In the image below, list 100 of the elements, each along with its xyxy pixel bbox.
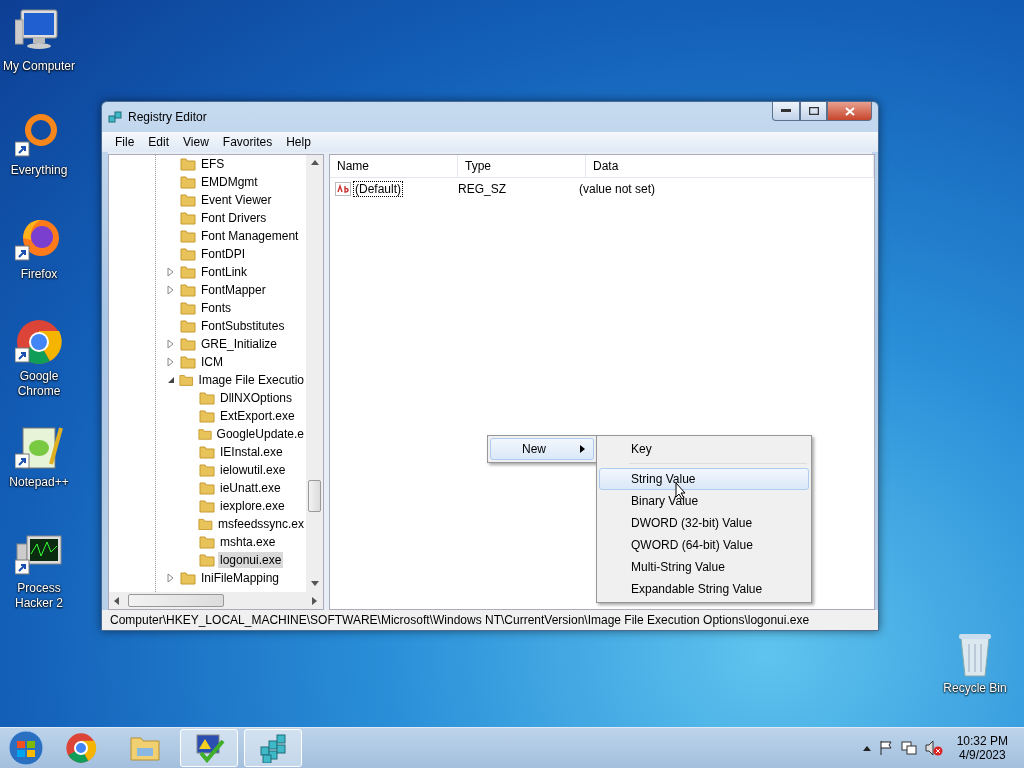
tree-item[interactable]: DllNXOptions — [218, 390, 295, 406]
tree-item[interactable]: IEInstal.exe — [218, 444, 285, 460]
string-value-icon — [335, 182, 351, 196]
scrollbar-thumb[interactable] — [128, 594, 224, 607]
desktop-icon-label[interactable]: My Computer — [3, 59, 75, 74]
tree-item[interactable]: Event Viewer — [199, 192, 274, 208]
tree-item[interactable]: ICM — [199, 354, 225, 370]
menu-item[interactable]: Edit — [141, 135, 177, 149]
horizontal-scrollbar[interactable] — [109, 592, 323, 609]
network-icon[interactable] — [900, 740, 917, 756]
folder-icon — [180, 193, 196, 207]
folder-icon — [197, 427, 212, 441]
column-header[interactable]: Data — [586, 155, 874, 177]
tree-item[interactable]: FontLink — [199, 264, 250, 280]
desktop-icon-label[interactable]: Process Hacker 2 — [0, 581, 78, 611]
notepad-icon — [15, 424, 63, 472]
expand-icon[interactable] — [167, 339, 175, 349]
muted-speaker-icon[interactable] — [924, 740, 943, 756]
tree-item[interactable]: FontMapper — [199, 282, 268, 298]
folder-icon — [180, 337, 196, 351]
menu-item[interactable]: DWORD (32-bit) Value — [599, 512, 809, 534]
chrome-icon[interactable] — [65, 732, 97, 764]
submenu-arrow-icon — [580, 445, 585, 453]
minimize-button[interactable] — [772, 102, 800, 121]
flag-icon[interactable] — [878, 740, 893, 756]
status-bar: Computer\HKEY_LOCAL_MACHINE\SOFTWARE\Microsoft\Windows NT\CurrentVersion\Image File Execution Options\logonui.exe — [102, 610, 878, 630]
menu-item[interactable]: Help — [279, 135, 318, 149]
tree-item[interactable]: logonui.exe — [218, 552, 284, 568]
window-title: Registry Editor — [128, 110, 207, 124]
tree-item[interactable]: Font Drivers — [199, 210, 269, 226]
tree-item[interactable]: mshta.exe — [218, 534, 278, 550]
tree-item[interactable]: Image File Executio — [196, 372, 306, 388]
desktop-icon-label[interactable]: Everything — [10, 163, 68, 178]
close-button[interactable] — [827, 102, 872, 121]
tree-item[interactable]: FontDPI — [199, 246, 247, 262]
folder-icon — [180, 211, 196, 225]
folder-icon — [199, 391, 215, 405]
menu-item[interactable]: QWORD (64-bit) Value — [599, 534, 809, 556]
tree-item[interactable]: EMDMgmt — [199, 174, 260, 190]
tree-item[interactable]: GRE_Initialize — [199, 336, 280, 352]
cubes-icon — [108, 109, 124, 125]
show-hidden-icons-icon[interactable] — [862, 745, 871, 751]
expand-icon[interactable] — [167, 285, 175, 295]
collapse-icon[interactable] — [167, 375, 175, 385]
clock-time[interactable]: 10:32 PM — [956, 734, 1008, 748]
scroll-down-icon[interactable] — [310, 580, 319, 588]
scroll-up-icon[interactable] — [310, 159, 319, 167]
tree-item[interactable]: ielowutil.exe — [218, 462, 288, 478]
menu-item[interactable]: Key — [599, 438, 809, 460]
close-icon — [844, 106, 855, 116]
tree-item[interactable]: EFS — [199, 156, 227, 172]
tree-item[interactable]: FontSubstitutes — [199, 318, 287, 334]
tree-item[interactable]: IniFileMapping — [199, 570, 282, 586]
column-header[interactable]: Type — [458, 155, 586, 177]
folder-icon — [198, 517, 213, 531]
desktop-icon-label[interactable]: Firefox — [20, 267, 58, 282]
tree-item[interactable]: ExtExport.exe — [218, 408, 297, 424]
menu-item[interactable]: View — [176, 135, 216, 149]
expand-icon[interactable] — [167, 573, 175, 583]
table-cell-text: (value not set) — [578, 182, 657, 196]
maximize-button[interactable] — [800, 102, 827, 121]
expand-icon[interactable] — [167, 357, 175, 367]
column-header[interactable]: Name — [330, 155, 458, 177]
menu-item[interactable]: Binary Value — [599, 490, 809, 512]
expand-icon[interactable] — [167, 267, 175, 277]
menu-item[interactable]: String Value — [599, 468, 809, 490]
menu-item[interactable]: Expandable String Value — [599, 578, 809, 600]
tree-item[interactable]: iexplore.exe — [218, 498, 287, 514]
folder-icon — [199, 445, 215, 459]
folder-icon — [180, 247, 196, 261]
scrollbar-thumb[interactable] — [308, 479, 321, 512]
folder-icon — [180, 571, 196, 585]
checkmark-icon[interactable] — [193, 733, 225, 763]
tree-item[interactable]: GoogleUpdate.e — [214, 426, 306, 442]
scroll-right-icon[interactable] — [311, 596, 319, 605]
vertical-scrollbar[interactable] — [306, 155, 323, 592]
menu-item[interactable]: Multi-String Value — [599, 556, 809, 578]
desktop-icon-label[interactable]: Notepad++ — [9, 475, 69, 490]
folder-icon — [180, 283, 196, 297]
menu-item[interactable]: New — [490, 438, 594, 460]
tree-item[interactable]: msfeedssync.ex — [215, 516, 306, 532]
folder-icon — [199, 409, 215, 423]
minimize-icon — [781, 109, 791, 113]
desktop-icon-label[interactable]: Google Chrome — [0, 369, 78, 399]
menu-item[interactable]: File — [108, 135, 142, 149]
maximize-icon — [808, 107, 819, 115]
menu-item[interactable]: Favorites — [215, 135, 280, 149]
tree-item[interactable]: Font Management — [199, 228, 301, 244]
scroll-left-icon[interactable] — [113, 596, 121, 605]
folder-icon — [199, 481, 215, 495]
value-name[interactable]: (Default) — [353, 181, 403, 197]
table-cell-text: REG_SZ — [457, 182, 507, 196]
folder-icon — [180, 301, 196, 315]
tree-item[interactable]: ieUnatt.exe — [218, 480, 283, 496]
clock-date[interactable]: 4/9/2023 — [958, 748, 1006, 762]
cubes-icon[interactable] — [257, 733, 289, 763]
tree-item[interactable]: Fonts — [199, 300, 233, 316]
folder-icon — [199, 463, 215, 477]
start-button[interactable] — [6, 729, 46, 767]
folder-icon — [199, 499, 215, 513]
